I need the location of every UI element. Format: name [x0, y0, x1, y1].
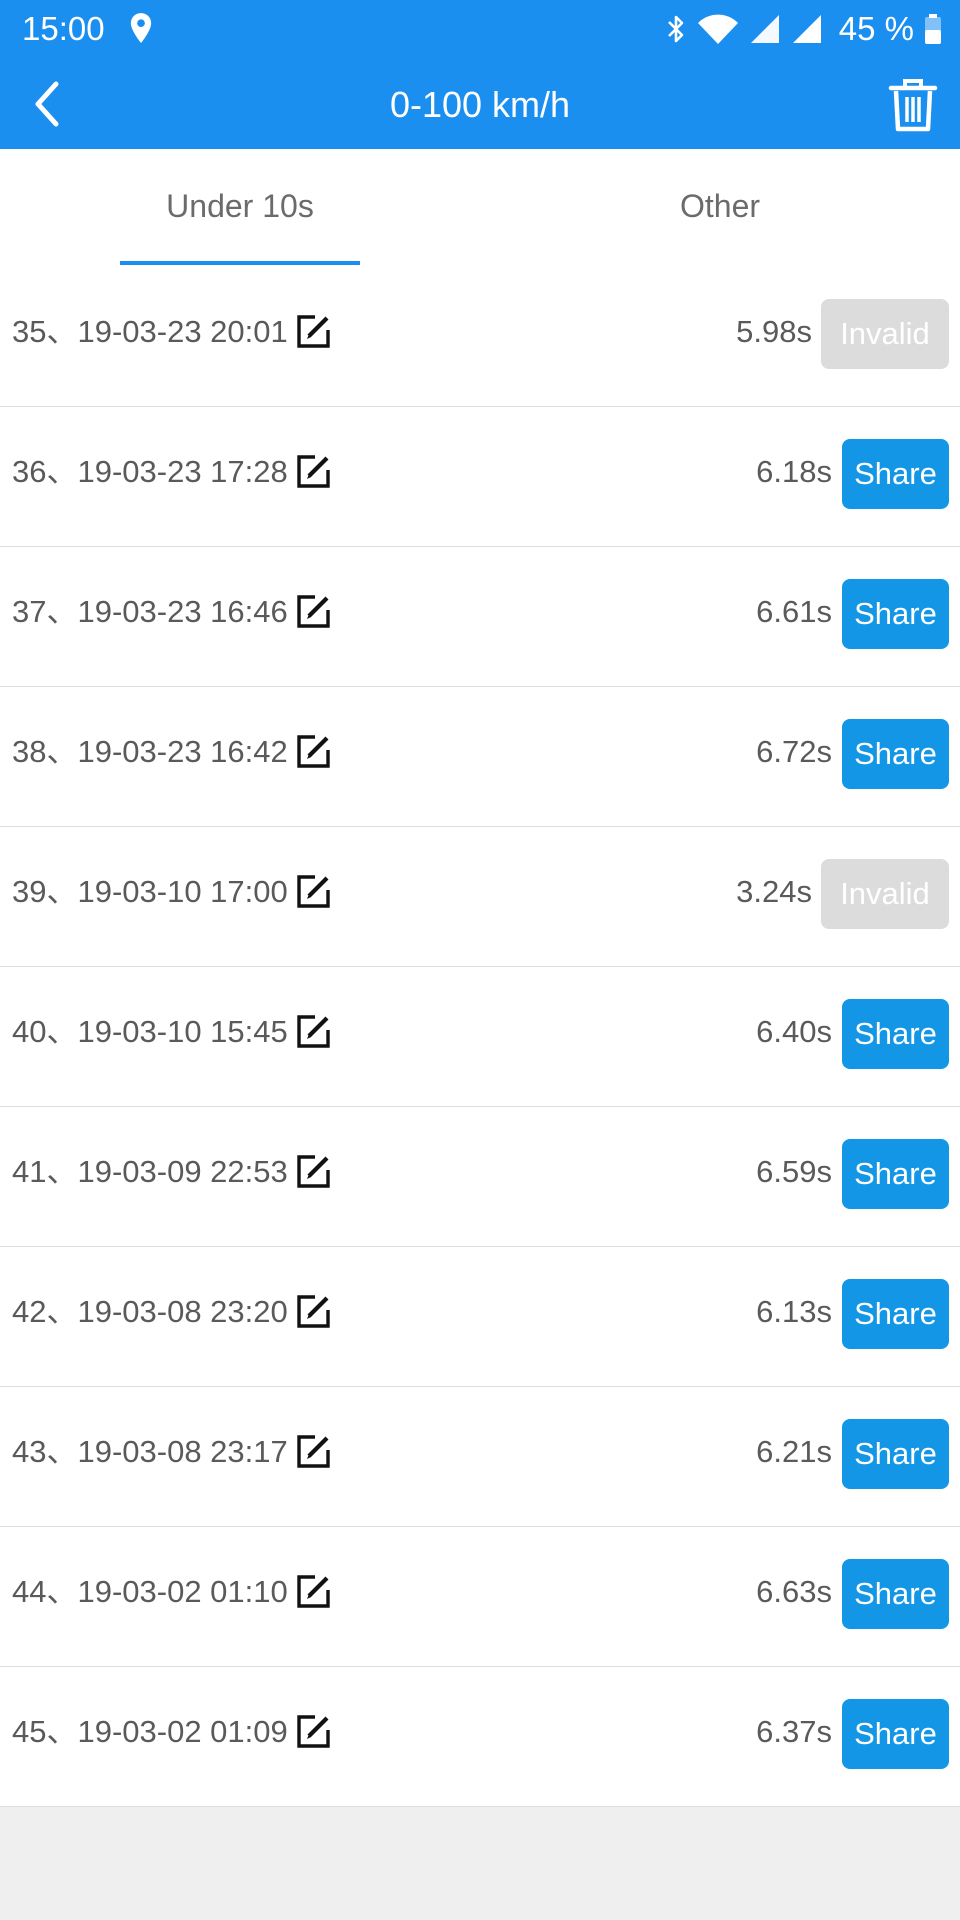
list-item[interactable]: 38、19-03-23 16:42 6.72s Share: [0, 687, 960, 827]
acceleration-time: 6.40s: [756, 1014, 832, 1049]
list-item[interactable]: 40、19-03-10 15:45 6.40s Share: [0, 967, 960, 1107]
status-icons: 45 %: [665, 9, 942, 49]
signal-icon: [792, 15, 821, 43]
edit-icon[interactable]: [296, 1713, 332, 1749]
record-label: 35、19-03-23 20:01: [12, 314, 288, 349]
share-button[interactable]: Share: [842, 579, 949, 649]
bluetooth-icon: [667, 15, 684, 43]
share-button[interactable]: Share: [842, 1139, 949, 1209]
app-header: 15:00 45 % 0-100 km/h: [0, 0, 960, 149]
record-label: 36、19-03-23 17:28: [12, 454, 288, 489]
page-title: 0-100 km/h: [389, 84, 571, 125]
list-item[interactable]: 45、19-03-02 01:09 6.37s Share: [0, 1667, 960, 1807]
edit-icon[interactable]: [296, 733, 332, 769]
share-button[interactable]: Share: [842, 719, 949, 789]
edit-icon[interactable]: [296, 313, 332, 349]
list-item[interactable]: 35、19-03-23 20:01 5.98s Invalid: [0, 267, 960, 407]
share-button[interactable]: Share: [842, 1419, 949, 1489]
acceleration-time: 6.72s: [756, 734, 832, 769]
list-item[interactable]: 43、19-03-08 23:17 6.21s Share: [0, 1387, 960, 1527]
trash-icon[interactable]: [888, 78, 938, 132]
share-button[interactable]: Share: [842, 1699, 949, 1769]
record-label: 41、19-03-09 22:53: [12, 1154, 288, 1189]
location-icon: [130, 13, 152, 43]
tab-bar: Under 10s Other: [0, 149, 960, 267]
record-label: 37、19-03-23 16:46: [12, 594, 288, 629]
record-label: 44、19-03-02 01:10: [12, 1574, 288, 1609]
edit-icon[interactable]: [296, 1573, 332, 1609]
acceleration-time: 6.63s: [756, 1574, 832, 1609]
record-label: 42、19-03-08 23:20: [12, 1294, 288, 1329]
list-item[interactable]: 37、19-03-23 16:46 6.61s Share: [0, 547, 960, 687]
share-button[interactable]: Share: [842, 999, 949, 1069]
list-item[interactable]: 42、19-03-08 23:20 6.13s Share: [0, 1247, 960, 1387]
record-label: 40、19-03-10 15:45: [12, 1014, 288, 1049]
record-label: 45、19-03-02 01:09: [12, 1714, 288, 1749]
invalid-button: Invalid: [821, 299, 949, 369]
record-label: 43、19-03-08 23:17: [12, 1434, 288, 1469]
active-tab-indicator: [120, 261, 360, 265]
acceleration-time: 6.59s: [756, 1154, 832, 1189]
edit-icon[interactable]: [296, 1013, 332, 1049]
status-time: 15:00: [22, 10, 105, 47]
results-list: 35、19-03-23 20:01 5.98s Invalid 36、19-03-23…: [0, 267, 960, 1807]
record-label: 38、19-03-23 16:42: [12, 734, 288, 769]
tab-under-10s[interactable]: Under 10s: [0, 149, 480, 267]
acceleration-time: 5.98s: [736, 314, 812, 349]
list-item[interactable]: 36、19-03-23 17:28 6.18s Share: [0, 407, 960, 547]
edit-icon[interactable]: [296, 593, 332, 629]
edit-icon[interactable]: [296, 1433, 332, 1469]
record-label: 39、19-03-10 17:00: [12, 874, 288, 909]
invalid-button: Invalid: [821, 859, 949, 929]
tab-other[interactable]: Other: [480, 149, 960, 267]
acceleration-time: 6.21s: [756, 1434, 832, 1469]
acceleration-time: 6.18s: [756, 454, 832, 489]
edit-icon[interactable]: [296, 1293, 332, 1329]
edit-icon[interactable]: [296, 453, 332, 489]
wifi-icon: [697, 14, 738, 44]
list-item[interactable]: 44、19-03-02 01:10 6.63s Share: [0, 1527, 960, 1667]
acceleration-time: 6.37s: [756, 1714, 832, 1749]
acceleration-time: 6.61s: [756, 594, 832, 629]
list-item[interactable]: 41、19-03-09 22:53 6.59s Share: [0, 1107, 960, 1247]
acceleration-time: 6.13s: [756, 1294, 832, 1329]
acceleration-time: 3.24s: [736, 874, 812, 909]
share-button[interactable]: Share: [842, 439, 949, 509]
signal-icon: [750, 15, 779, 43]
battery-icon: [925, 14, 941, 44]
list-item[interactable]: 39、19-03-10 17:00 3.24s Invalid: [0, 827, 960, 967]
edit-icon[interactable]: [296, 1153, 332, 1189]
battery-percent: 45 %: [838, 10, 914, 47]
share-button[interactable]: Share: [842, 1559, 949, 1629]
edit-icon[interactable]: [296, 873, 332, 909]
share-button[interactable]: Share: [842, 1279, 949, 1349]
